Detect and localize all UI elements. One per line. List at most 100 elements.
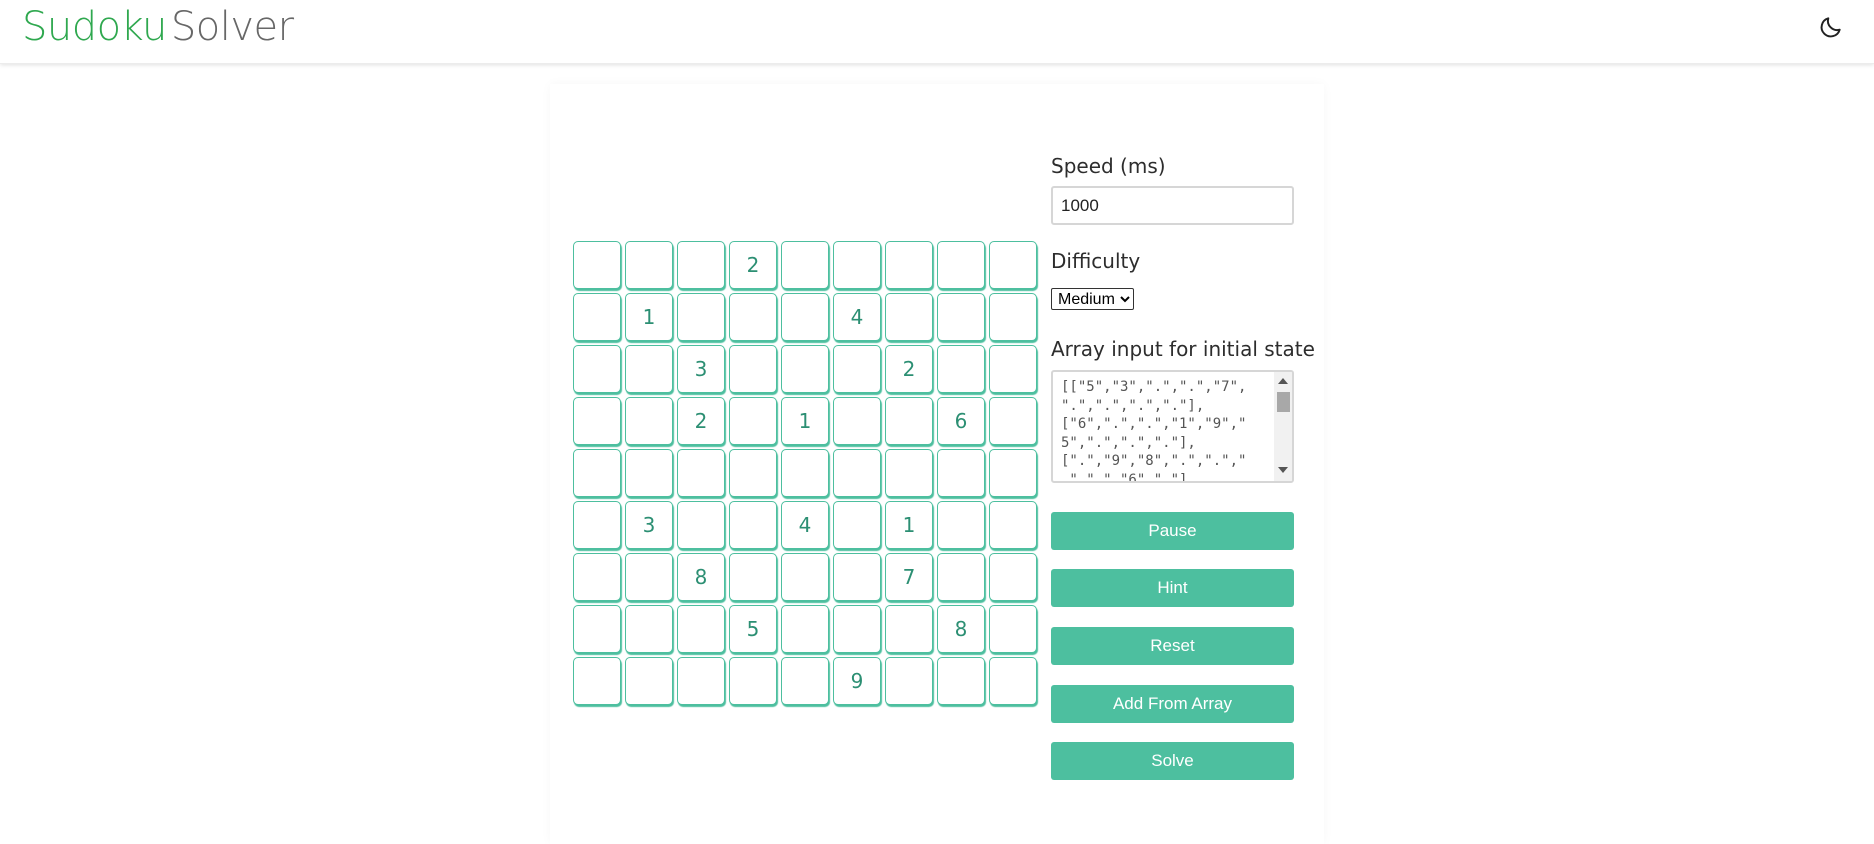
- array-input-label: Array input for initial state: [1051, 337, 1315, 361]
- sudoku-cell[interactable]: [833, 501, 881, 549]
- sudoku-cell[interactable]: [781, 241, 829, 289]
- sudoku-cell[interactable]: [729, 553, 777, 601]
- sudoku-cell[interactable]: [937, 449, 985, 497]
- sudoku-cell[interactable]: [729, 501, 777, 549]
- sudoku-cell[interactable]: 3: [677, 345, 725, 393]
- sudoku-cell[interactable]: [625, 605, 673, 653]
- sudoku-cell[interactable]: [989, 345, 1037, 393]
- sudoku-cell[interactable]: [625, 553, 673, 601]
- sudoku-cell[interactable]: [885, 293, 933, 341]
- add-from-array-button[interactable]: Add From Array: [1051, 685, 1294, 723]
- app-title-word-1: Sudoku: [22, 4, 167, 50]
- sudoku-cell[interactable]: 2: [885, 345, 933, 393]
- sudoku-cell[interactable]: [781, 605, 829, 653]
- sudoku-cell[interactable]: [677, 605, 725, 653]
- sudoku-cell[interactable]: [833, 605, 881, 653]
- scroll-down-arrow-icon[interactable]: [1278, 467, 1288, 473]
- sudoku-cell[interactable]: [781, 345, 829, 393]
- sudoku-cell[interactable]: [989, 293, 1037, 341]
- sudoku-cell[interactable]: 7: [885, 553, 933, 601]
- sudoku-cell[interactable]: [833, 241, 881, 289]
- sudoku-cell[interactable]: [625, 241, 673, 289]
- sudoku-cell[interactable]: [677, 293, 725, 341]
- sudoku-cell[interactable]: [885, 449, 933, 497]
- difficulty-label: Difficulty: [1051, 249, 1141, 273]
- sudoku-cell[interactable]: [781, 553, 829, 601]
- sudoku-cell[interactable]: [989, 657, 1037, 705]
- sudoku-cell[interactable]: [833, 553, 881, 601]
- sudoku-cell[interactable]: [729, 345, 777, 393]
- sudoku-cell[interactable]: [937, 657, 985, 705]
- sudoku-cell[interactable]: [677, 241, 725, 289]
- sudoku-cell[interactable]: [989, 553, 1037, 601]
- sudoku-cell[interactable]: [573, 345, 621, 393]
- sudoku-cell[interactable]: 8: [937, 605, 985, 653]
- array-input[interactable]: [["5","3",".",".","7", ".",".",".","."],…: [1051, 370, 1294, 483]
- sudoku-cell[interactable]: [573, 241, 621, 289]
- sudoku-cell[interactable]: 4: [833, 293, 881, 341]
- array-input-scrollbar[interactable]: [1274, 372, 1292, 481]
- sudoku-cell[interactable]: [573, 293, 621, 341]
- sudoku-cell[interactable]: 1: [885, 501, 933, 549]
- sudoku-cell[interactable]: 1: [781, 397, 829, 445]
- sudoku-cell[interactable]: [781, 657, 829, 705]
- sudoku-cell[interactable]: [729, 293, 777, 341]
- sudoku-cell[interactable]: 9: [833, 657, 881, 705]
- sudoku-cell[interactable]: 2: [677, 397, 725, 445]
- sudoku-cell[interactable]: [989, 605, 1037, 653]
- sudoku-cell[interactable]: [573, 397, 621, 445]
- sudoku-cell[interactable]: [781, 449, 829, 497]
- sudoku-cell[interactable]: [937, 241, 985, 289]
- sudoku-cell[interactable]: [625, 397, 673, 445]
- sudoku-cell[interactable]: [573, 605, 621, 653]
- sudoku-cell[interactable]: 4: [781, 501, 829, 549]
- sudoku-cell[interactable]: 5: [729, 605, 777, 653]
- reset-button[interactable]: Reset: [1051, 627, 1294, 665]
- array-input-text: [["5","3",".",".","7", ".",".",".","."],…: [1061, 379, 1247, 483]
- speed-input[interactable]: [1051, 186, 1294, 225]
- sudoku-cell[interactable]: [729, 449, 777, 497]
- sudoku-cell[interactable]: [937, 345, 985, 393]
- sudoku-cell[interactable]: [885, 397, 933, 445]
- sudoku-cell[interactable]: 1: [625, 293, 673, 341]
- sudoku-cell[interactable]: [989, 397, 1037, 445]
- sudoku-cell[interactable]: [625, 657, 673, 705]
- hint-button[interactable]: Hint: [1051, 569, 1294, 607]
- sudoku-cell[interactable]: [677, 657, 725, 705]
- sudoku-cell[interactable]: [937, 553, 985, 601]
- sudoku-cell[interactable]: [573, 553, 621, 601]
- sudoku-cell[interactable]: [833, 345, 881, 393]
- sudoku-cell[interactable]: [885, 605, 933, 653]
- app-title: Sudoku Solver: [22, 2, 294, 52]
- sudoku-cell[interactable]: [729, 657, 777, 705]
- difficulty-select[interactable]: Medium: [1051, 288, 1134, 310]
- sudoku-cell[interactable]: [625, 449, 673, 497]
- scrollbar-thumb[interactable]: [1277, 392, 1290, 412]
- navbar: Sudoku Solver: [0, 0, 1874, 64]
- sudoku-cell[interactable]: [677, 449, 725, 497]
- sudoku-cell[interactable]: 2: [729, 241, 777, 289]
- sudoku-cell[interactable]: [573, 449, 621, 497]
- sudoku-cell[interactable]: [573, 657, 621, 705]
- sudoku-cell[interactable]: [833, 397, 881, 445]
- sudoku-cell[interactable]: [885, 657, 933, 705]
- sudoku-cell[interactable]: [573, 501, 621, 549]
- sudoku-cell[interactable]: [677, 501, 725, 549]
- sudoku-cell[interactable]: [781, 293, 829, 341]
- sudoku-cell[interactable]: [937, 501, 985, 549]
- sudoku-cell[interactable]: [625, 345, 673, 393]
- sudoku-cell[interactable]: [885, 241, 933, 289]
- solve-button[interactable]: Solve: [1051, 742, 1294, 780]
- sudoku-cell[interactable]: 3: [625, 501, 673, 549]
- sudoku-cell[interactable]: [989, 449, 1037, 497]
- sudoku-cell[interactable]: [833, 449, 881, 497]
- scroll-up-arrow-icon[interactable]: [1278, 378, 1288, 384]
- sudoku-cell[interactable]: 8: [677, 553, 725, 601]
- pause-button[interactable]: Pause: [1051, 512, 1294, 550]
- theme-toggle-button[interactable]: [1818, 14, 1844, 40]
- sudoku-cell[interactable]: [729, 397, 777, 445]
- sudoku-cell[interactable]: [937, 293, 985, 341]
- sudoku-cell[interactable]: [989, 501, 1037, 549]
- sudoku-cell[interactable]: 6: [937, 397, 985, 445]
- sudoku-cell[interactable]: [989, 241, 1037, 289]
